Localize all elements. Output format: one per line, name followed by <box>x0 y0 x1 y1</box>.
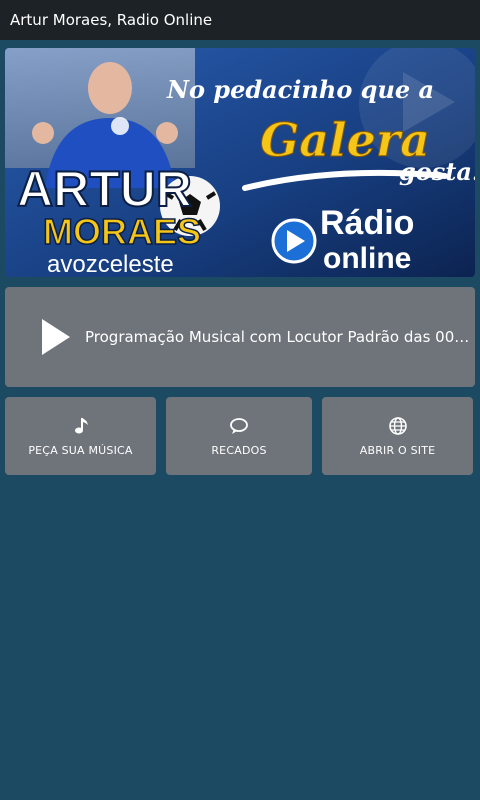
station-banner: No pedacinho que a Galera gosta! ARTUR M… <box>5 48 475 277</box>
svg-text:MORAES: MORAES <box>43 211 201 252</box>
svg-text:No pedacinho que a: No pedacinho que a <box>166 75 434 104</box>
messages-button[interactable]: RECADOS <box>166 397 312 475</box>
play-icon <box>42 319 70 355</box>
request-song-button[interactable]: PEÇA SUA MÚSICA <box>5 397 156 475</box>
now-playing-card: Programação Musical com Locutor Padrão d… <box>5 287 475 387</box>
request-song-label: PEÇA SUA MÚSICA <box>28 443 133 457</box>
action-buttons: PEÇA SUA MÚSICA RECADOS ABRIR O SITE <box>5 397 475 475</box>
now-playing-text: Programação Musical com Locutor Padrão d… <box>85 328 470 346</box>
radio-play-icon <box>271 218 317 264</box>
svg-text:ARTUR: ARTUR <box>17 161 192 217</box>
svg-text:online: online <box>323 242 411 275</box>
svg-text:avozceleste: avozceleste <box>47 251 174 277</box>
messages-label: RECADOS <box>211 443 267 457</box>
chat-bubble-icon <box>229 416 249 436</box>
app-bar: Artur Moraes, Radio Online <box>0 0 480 40</box>
svg-text:Rádio: Rádio <box>320 204 414 242</box>
music-note-icon <box>71 416 91 436</box>
open-site-label: ABRIR O SITE <box>359 443 436 457</box>
play-button[interactable] <box>33 315 77 359</box>
open-site-button[interactable]: ABRIR O SITE <box>322 397 473 475</box>
app-title: Artur Moraes, Radio Online <box>10 11 213 29</box>
globe-icon <box>388 416 408 436</box>
